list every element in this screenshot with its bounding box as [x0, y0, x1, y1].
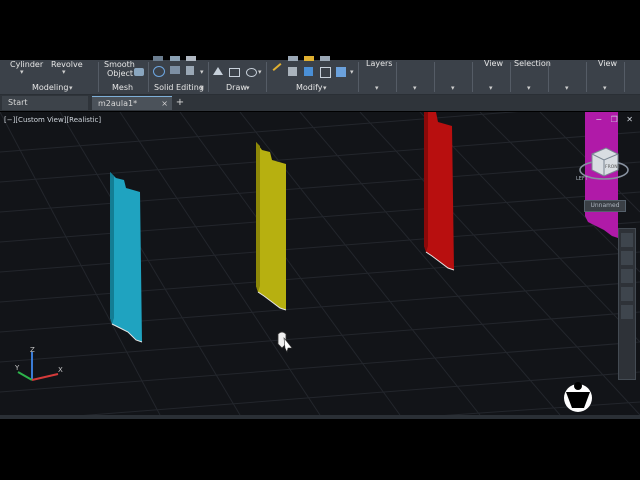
- tab-start[interactable]: Start: [2, 96, 88, 110]
- nav-zoom-icon[interactable]: [621, 269, 633, 283]
- modify-icon-top-2[interactable]: [304, 56, 314, 61]
- smooth-object-label-2: Object: [107, 69, 134, 78]
- view-button-1[interactable]: View: [484, 59, 503, 68]
- solid-edit-icon-3[interactable]: [186, 66, 194, 75]
- draw-expand-icon[interactable]: ▾: [246, 84, 250, 92]
- ucs-icon: Z Y X: [14, 346, 63, 381]
- viewcube-face-label: FRONT: [605, 164, 621, 170]
- ribbon-separator: [548, 62, 549, 92]
- modify-copy-icon[interactable]: [288, 67, 297, 76]
- logo-icon: [564, 382, 592, 412]
- draw-dropdown-icon[interactable]: ▾: [258, 68, 262, 76]
- view-expand-icon-2[interactable]: ▾: [603, 84, 607, 92]
- view-button-2[interactable]: View: [598, 59, 617, 68]
- selection-expand-icon[interactable]: ▾: [527, 84, 531, 92]
- nav-pan-icon[interactable]: [621, 251, 633, 265]
- modify-array-icon[interactable]: [336, 67, 346, 77]
- viewcube-side-label: LEFT: [576, 176, 589, 182]
- ribbon-separator: [208, 62, 209, 92]
- red-3d-panel[interactable]: [424, 112, 455, 271]
- nav-steering-wheel-icon[interactable]: [621, 233, 633, 247]
- tab-m2aula1-label: m2aula1*: [98, 99, 138, 108]
- cylinder-button[interactable]: Cylinder: [10, 60, 43, 69]
- block-expand-icon[interactable]: ▾: [451, 84, 455, 92]
- svg-text:Y: Y: [14, 364, 20, 372]
- ribbon-separator: [98, 62, 99, 92]
- modify-dropdown-icon[interactable]: ▾: [350, 68, 354, 76]
- ribbon-separator: [586, 62, 587, 92]
- modify-icon-top-3[interactable]: [320, 56, 330, 61]
- ribbon-separator: [148, 62, 149, 92]
- draw-rectangle-icon[interactable]: [229, 68, 240, 77]
- draw-circle-icon[interactable]: [246, 68, 257, 77]
- selection-button[interactable]: Selection: [514, 59, 551, 68]
- panel-solid-editing[interactable]: Solid Editing: [154, 83, 204, 92]
- modify-scale-icon[interactable]: [320, 67, 331, 78]
- solid-edit-icon-1[interactable]: [153, 66, 165, 77]
- hand-cursor-icon: [277, 331, 293, 353]
- nav-orbit-icon[interactable]: [621, 287, 633, 301]
- revolve-button[interactable]: Revolve: [51, 60, 83, 69]
- top-black-band: [0, 0, 640, 60]
- grid: [0, 112, 640, 415]
- tab-start-label: Start: [8, 98, 28, 107]
- revolve-dropdown-icon[interactable]: ▾: [62, 68, 66, 76]
- tab-m2aula1[interactable]: m2aula1* ×: [92, 96, 172, 110]
- yellow-3d-panel[interactable]: [256, 142, 287, 311]
- viewport-controls-label[interactable]: [−][Custom View][Realistic]: [4, 116, 101, 124]
- cylinder-dropdown-icon[interactable]: ▾: [20, 68, 24, 76]
- viewport-canvas: Z Y X FRONT LEFT: [0, 112, 640, 415]
- new-tab-button[interactable]: +: [174, 97, 186, 109]
- navigation-bar[interactable]: [618, 228, 636, 380]
- ribbon-separator: [510, 62, 511, 92]
- bottom-black-band: [0, 415, 640, 480]
- solid-edit-icon-2[interactable]: [170, 66, 180, 74]
- annotation-expand-icon[interactable]: ▾: [413, 84, 417, 92]
- panel-modify[interactable]: Modify: [296, 83, 323, 92]
- drawing-viewport[interactable]: Z Y X FRONT LEFT: [0, 112, 640, 415]
- nav-showmotion-icon[interactable]: [621, 305, 633, 319]
- layers-expand-icon[interactable]: ▾: [375, 84, 379, 92]
- solid-edit-icon-4[interactable]: [153, 56, 163, 61]
- modeling-expand-icon[interactable]: ▾: [69, 84, 73, 92]
- solid-edit-icon-5[interactable]: [170, 56, 180, 61]
- viewport-window-buttons[interactable]: − ❐ ✕: [595, 115, 636, 124]
- modify-expand-icon[interactable]: ▾: [323, 84, 327, 92]
- cyan-3d-panel[interactable]: [110, 172, 143, 343]
- svg-text:Z: Z: [30, 346, 35, 354]
- view-expand-icon-1[interactable]: ▾: [489, 84, 493, 92]
- ribbon-separator: [434, 62, 435, 92]
- layers-button[interactable]: Layers: [366, 59, 392, 68]
- ribbon-separator: [472, 62, 473, 92]
- solid-edit-icon-6[interactable]: [186, 56, 196, 61]
- panel-modeling[interactable]: Modeling: [32, 83, 68, 92]
- ribbon-separator: [358, 62, 359, 92]
- solid-editing-expand-icon[interactable]: ▾: [200, 84, 204, 92]
- ribbon-separator: [624, 62, 625, 92]
- utilities-expand-icon[interactable]: ▾: [565, 84, 569, 92]
- tab-close-icon[interactable]: ×: [161, 97, 168, 111]
- smooth-object-button[interactable]: Smooth: [104, 60, 135, 69]
- svg-text:X: X: [58, 366, 63, 374]
- mesh-tool-icon[interactable]: [134, 68, 144, 76]
- ribbon-separator: [266, 62, 267, 92]
- ribbon-separator: [396, 62, 397, 92]
- status-line: [0, 415, 640, 419]
- modify-move-icon[interactable]: [304, 67, 313, 76]
- solid-edit-dropdown-icon[interactable]: ▾: [200, 68, 204, 76]
- modify-icon-top-1[interactable]: [288, 56, 298, 61]
- panel-mesh[interactable]: Mesh: [112, 83, 133, 92]
- panel-draw[interactable]: Draw: [226, 83, 247, 92]
- draw-polygon-icon[interactable]: [213, 67, 223, 75]
- wcs-menu[interactable]: Unnamed: [584, 200, 626, 212]
